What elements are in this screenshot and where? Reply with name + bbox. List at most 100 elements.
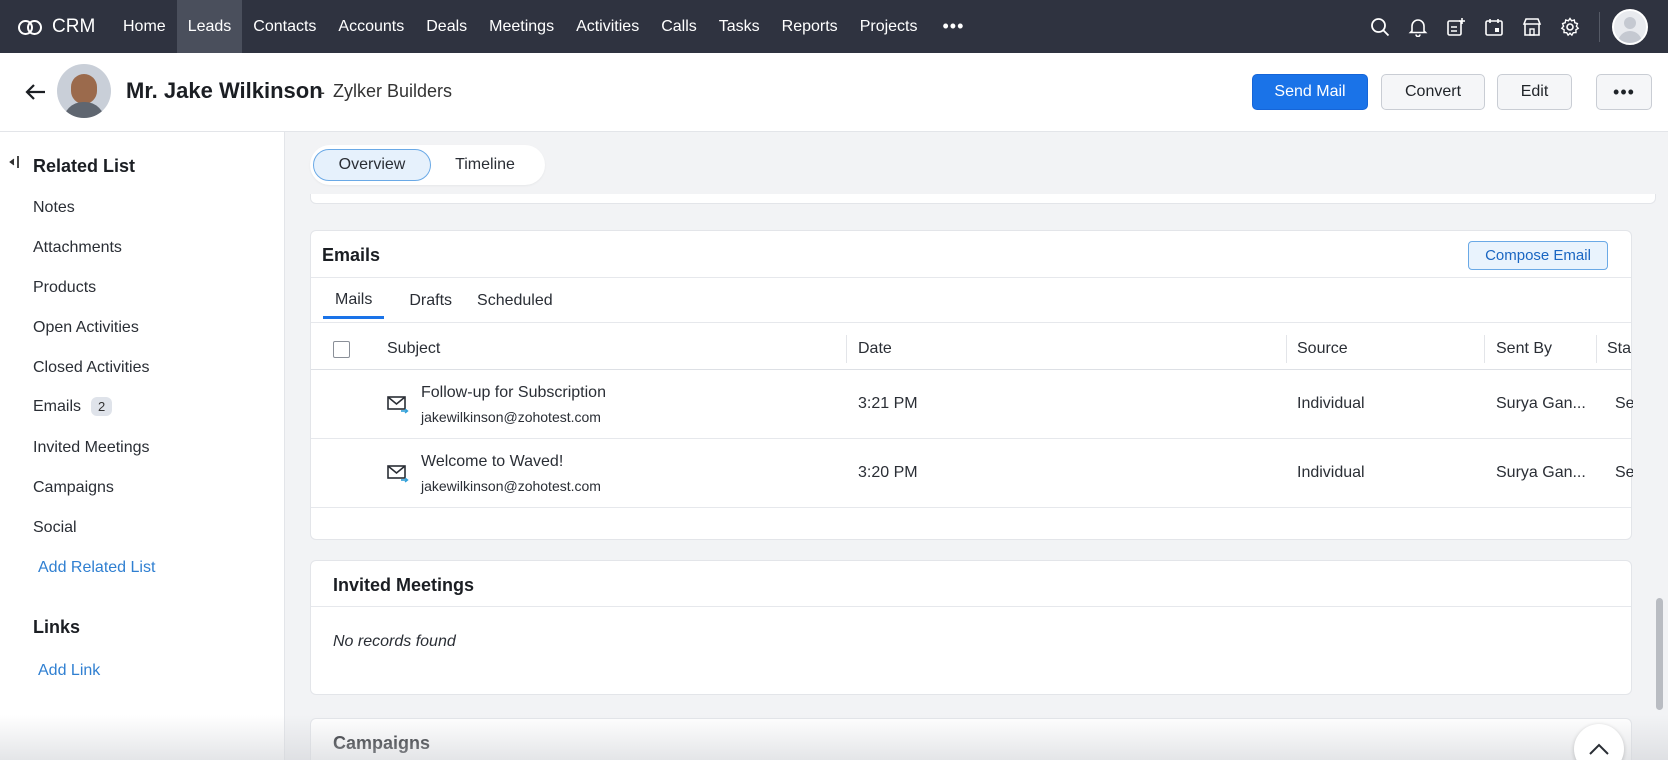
select-all-checkbox[interactable] — [333, 341, 350, 358]
sidebar-item-emails[interactable]: Emails 2 — [33, 397, 113, 416]
sidebar-item-closed-activities[interactable]: Closed Activities — [33, 359, 150, 377]
subtab-mails[interactable]: Mails — [323, 283, 385, 319]
nav-item-leads[interactable]: Leads — [176, 0, 243, 53]
sidebar-item-open-activities[interactable]: Open Activities — [33, 319, 139, 337]
emails-card: Emails Compose Email Mails Drafts Schedu… — [310, 230, 1633, 540]
column-divider[interactable] — [846, 335, 847, 363]
bell-icon[interactable] — [1399, 0, 1437, 53]
sidebar-item-label: Social — [33, 519, 77, 536]
campaigns-title: Campaigns — [333, 733, 431, 753]
user-avatar[interactable] — [1612, 8, 1648, 45]
sidebar-item-attachments[interactable]: Attachments — [33, 239, 122, 257]
nav-more-button[interactable]: ••• — [928, 0, 978, 53]
column-divider[interactable] — [1286, 335, 1287, 363]
subtab-drafts[interactable]: Drafts — [409, 283, 452, 319]
crm-logo-icon — [18, 18, 44, 36]
column-date[interactable]: Date — [858, 327, 892, 370]
no-records-text: No records found — [333, 633, 456, 650]
sidebar-item-notes[interactable]: Notes — [33, 199, 75, 217]
email-subject[interactable]: Follow-up for Subscription — [421, 384, 606, 402]
table-row[interactable]: Follow-up for Subscription jakewilkinson… — [311, 371, 1633, 439]
view-toggle: Overview Timeline — [310, 145, 545, 185]
card-divider — [311, 606, 1631, 607]
column-source[interactable]: Source — [1297, 327, 1348, 370]
email-status: Sen — [1615, 395, 1633, 412]
compose-email-button[interactable]: Compose Email — [1468, 241, 1608, 270]
column-subject[interactable]: Subject — [387, 327, 440, 370]
brand[interactable]: CRM — [0, 16, 112, 38]
card-divider — [311, 322, 1631, 323]
sidebar-item-label: Attachments — [33, 239, 122, 256]
nav-item-reports[interactable]: Reports — [771, 0, 849, 53]
email-source: Individual — [1297, 464, 1365, 481]
search-icon[interactable] — [1361, 0, 1399, 53]
lead-avatar[interactable] — [57, 64, 111, 118]
sidebar-item-products[interactable]: Products — [33, 279, 96, 297]
campaigns-card: Campaigns — [310, 718, 1632, 760]
previous-card-bottom — [310, 194, 1656, 204]
email-subject[interactable]: Welcome to Waved! — [421, 453, 563, 471]
chevron-up-icon — [1589, 743, 1609, 755]
nav-item-accounts[interactable]: Accounts — [327, 0, 415, 53]
email-address: jakewilkinson@zohotest.com — [421, 409, 601, 425]
marketplace-icon[interactable] — [1513, 0, 1551, 53]
nav-item-activities[interactable]: Activities — [565, 0, 650, 53]
send-mail-button[interactable]: Send Mail — [1252, 74, 1368, 110]
collapse-sidebar-icon[interactable] — [8, 155, 20, 169]
card-divider — [311, 277, 1631, 278]
email-sent-by: Surya Gan... — [1496, 464, 1586, 481]
emails-count-badge: 2 — [91, 397, 113, 416]
column-divider[interactable] — [1596, 335, 1597, 363]
email-subtabs: Mails Drafts Scheduled — [323, 283, 553, 319]
email-sent-by: Surya Gan... — [1496, 395, 1586, 412]
edit-button[interactable]: Edit — [1497, 74, 1572, 110]
top-nav: CRM Home Leads Contacts Accounts Deals M… — [0, 0, 1668, 53]
page-scrollbar[interactable] — [1656, 598, 1663, 710]
sidebar-item-label: Campaigns — [33, 479, 114, 496]
record-header: Mr. Jake Wilkinson - Zylker Builders Sen… — [0, 53, 1668, 132]
record-company[interactable]: Zylker Builders — [333, 81, 452, 102]
nav-item-deals[interactable]: Deals — [415, 0, 478, 53]
invited-meetings-title: Invited Meetings — [333, 575, 475, 595]
calendar-icon[interactable] — [1475, 0, 1513, 53]
tab-overview[interactable]: Overview — [313, 149, 431, 181]
sent-mail-icon — [387, 394, 409, 414]
email-date: 3:21 PM — [858, 395, 918, 412]
nav-item-tasks[interactable]: Tasks — [708, 0, 771, 53]
brand-label: CRM — [52, 15, 96, 37]
nav-divider — [1599, 11, 1600, 42]
nav-items: Home Leads Contacts Accounts Deals Meeti… — [112, 0, 978, 53]
email-source: Individual — [1297, 395, 1365, 412]
more-actions-button[interactable]: ••• — [1596, 74, 1652, 110]
emails-table-header: Subject Date Source Sent By Sta — [311, 327, 1631, 370]
add-link-link[interactable]: Add Link — [38, 662, 100, 680]
email-address: jakewilkinson@zohotest.com — [421, 478, 601, 494]
sidebar-item-invited-meetings[interactable]: Invited Meetings — [33, 439, 150, 457]
gear-icon[interactable] — [1551, 0, 1589, 53]
subtab-scheduled[interactable]: Scheduled — [477, 283, 553, 319]
nav-right-tools — [1361, 0, 1668, 53]
column-divider[interactable] — [1484, 335, 1485, 363]
sidebar-item-label: Invited Meetings — [33, 439, 150, 456]
invited-meetings-card: Invited Meetings No records found — [310, 560, 1632, 695]
nav-item-home[interactable]: Home — [112, 0, 177, 53]
nav-item-calls[interactable]: Calls — [650, 0, 708, 53]
nav-item-meetings[interactable]: Meetings — [478, 0, 565, 53]
sidebar-item-campaigns[interactable]: Campaigns — [33, 479, 114, 497]
convert-button[interactable]: Convert — [1381, 74, 1485, 110]
column-status[interactable]: Sta — [1607, 327, 1633, 370]
main-content: Overview Timeline Emails Compose Email M… — [286, 132, 1668, 760]
back-arrow-icon[interactable] — [24, 80, 48, 104]
sent-mail-icon — [387, 463, 409, 483]
sidebar-item-social[interactable]: Social — [33, 519, 77, 537]
add-related-list-link[interactable]: Add Related List — [38, 559, 155, 577]
column-sent-by[interactable]: Sent By — [1496, 327, 1552, 370]
tab-timeline[interactable]: Timeline — [431, 149, 539, 181]
sidebar-item-label: Emails — [33, 397, 82, 415]
add-note-icon[interactable] — [1437, 0, 1475, 53]
nav-item-projects[interactable]: Projects — [849, 0, 929, 53]
related-list-heading: Related List — [33, 156, 136, 176]
email-date: 3:20 PM — [858, 464, 918, 481]
table-row[interactable]: Welcome to Waved! jakewilkinson@zohotest… — [311, 440, 1633, 508]
nav-item-contacts[interactable]: Contacts — [242, 0, 327, 53]
